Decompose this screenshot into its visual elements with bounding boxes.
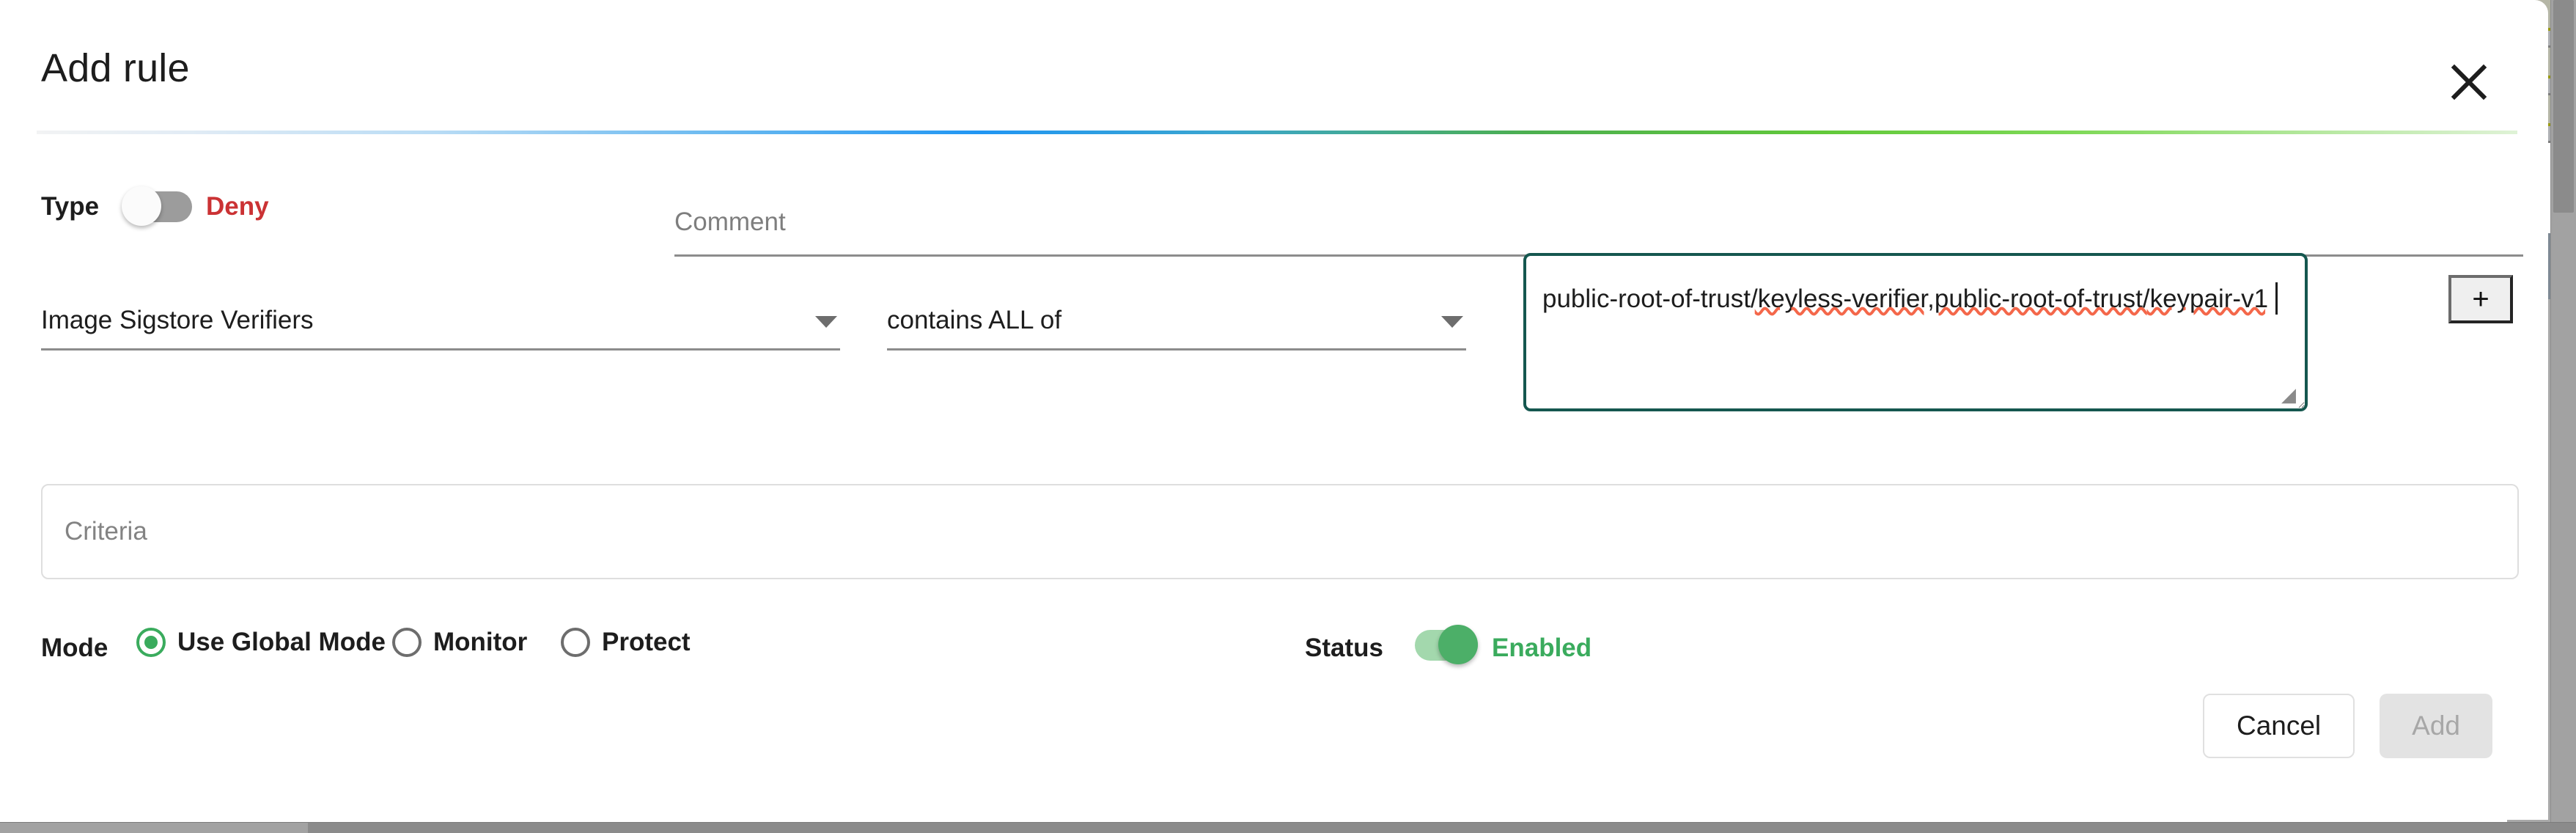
radio-indicator bbox=[136, 628, 166, 657]
operator-select[interactable]: contains ALL of bbox=[887, 281, 1466, 351]
mode-radio-monitor[interactable]: Monitor bbox=[392, 628, 527, 657]
text-cursor bbox=[2275, 282, 2278, 315]
dialog-header: Add rule bbox=[0, 0, 2548, 131]
type-comment-row: Type Deny bbox=[0, 175, 2548, 257]
operator-select-value: contains ALL of bbox=[887, 306, 1062, 334]
type-toggle-knob bbox=[122, 186, 161, 226]
status-toggle[interactable] bbox=[1407, 625, 1478, 664]
mode-label: Mode bbox=[41, 634, 108, 662]
cancel-button[interactable]: Cancel bbox=[2202, 694, 2355, 758]
status-value-label: Enabled bbox=[1492, 634, 1592, 662]
page-title: Add rule bbox=[41, 46, 190, 90]
radio-indicator bbox=[561, 628, 590, 657]
expression-row: Image Sigstore Verifiers contains ALL of… bbox=[0, 253, 2548, 464]
add-rule-dialog: Add rule Type Deny Image Sigstore Verifi… bbox=[0, 0, 2548, 820]
vertical-scrollbar[interactable] bbox=[2550, 0, 2576, 823]
type-value-label: Deny bbox=[206, 192, 269, 221]
criteria-input[interactable] bbox=[41, 484, 2519, 579]
add-condition-button[interactable]: + bbox=[2448, 275, 2513, 323]
mode-radio-protect[interactable]: Protect bbox=[561, 628, 691, 657]
mode-status-row: Mode Use Global Mode Monitor Protect Sta… bbox=[0, 607, 2548, 688]
mode-radio-use-global-mode[interactable]: Use Global Mode bbox=[136, 628, 386, 657]
chevron-down-icon bbox=[815, 316, 837, 328]
add-button[interactable]: Add bbox=[2380, 694, 2492, 758]
dialog-footer: Cancel Add bbox=[2202, 694, 2492, 758]
chevron-down-icon bbox=[1441, 316, 1463, 328]
status-toggle-knob bbox=[1438, 625, 1478, 664]
type-toggle[interactable] bbox=[122, 186, 192, 226]
close-icon[interactable] bbox=[2447, 60, 2491, 104]
radio-indicator bbox=[392, 628, 422, 657]
horizontal-scrollbar[interactable] bbox=[0, 822, 2576, 833]
mode-option-label: Protect bbox=[602, 628, 691, 656]
attribute-select-value: Image Sigstore Verifiers bbox=[41, 306, 314, 334]
status-label: Status bbox=[1305, 634, 1383, 662]
comment-field bbox=[674, 175, 2523, 257]
mode-option-label: Use Global Mode bbox=[177, 628, 386, 656]
value-textarea[interactable] bbox=[1523, 253, 2308, 411]
mode-option-label: Monitor bbox=[433, 628, 528, 656]
horizontal-scrollbar-thumb[interactable] bbox=[0, 823, 308, 833]
vertical-scrollbar-thumb[interactable] bbox=[2553, 0, 2574, 213]
comment-input[interactable] bbox=[674, 199, 2523, 257]
attribute-select[interactable]: Image Sigstore Verifiers bbox=[41, 281, 840, 351]
type-label: Type bbox=[41, 192, 100, 221]
dialog-body: Type Deny Image Sigstore Verifiers conta… bbox=[0, 131, 2548, 820]
